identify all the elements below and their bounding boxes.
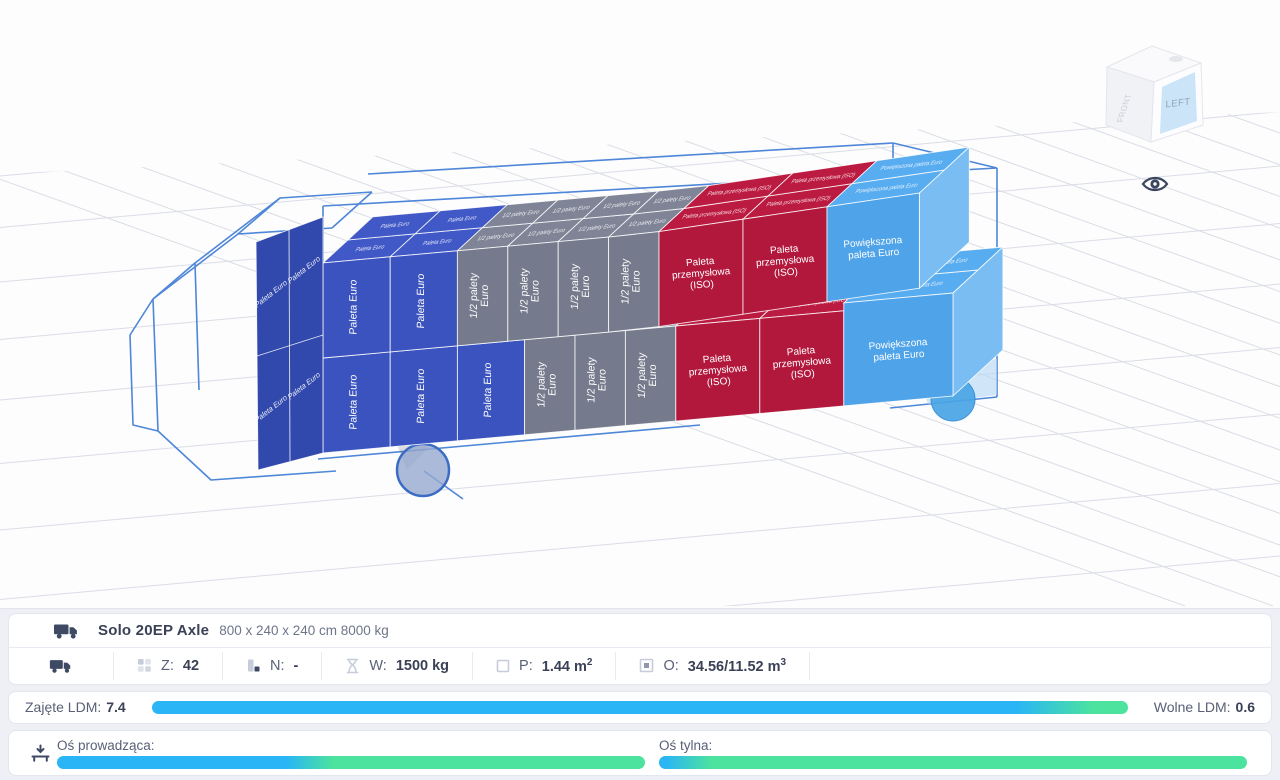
vehicle-info-panel: Solo 20EP Axle 800 x 240 x 240 cm 8000 k… <box>0 608 1280 780</box>
stat-label: O: <box>663 658 678 674</box>
pallet-label: Paleta Euro <box>415 273 427 329</box>
pallet-label: Euro <box>630 270 642 293</box>
scene-canvas[interactable]: Paleta Euro Paleta Euro Paleta Euro Paleta … <box>0 0 1280 608</box>
pallet-label: (ISO) <box>690 279 715 292</box>
pallet-label: Euro <box>530 279 542 302</box>
pallet-label: Euro <box>546 373 558 396</box>
area-icon <box>496 659 510 673</box>
stat-label: P: <box>519 658 533 674</box>
app-window: Paleta Euro Paleta Euro Paleta Euro Paleta … <box>0 0 1280 780</box>
vehicle-stats-row: Z: 42 N:- W: 1500 kg P: 1.44 m2 O: 34.56/11.52 m… <box>9 648 1271 684</box>
rear-axle-label: Oś tylna: <box>659 738 1247 753</box>
stat-item-p: P: 1.44 m2 <box>473 648 615 684</box>
vehicle-dimensions: 800 x 240 x 240 cm 8000 kg <box>219 623 389 638</box>
stat-item-n: N:- <box>223 648 321 684</box>
weight-icon <box>345 658 360 674</box>
eye-icon[interactable] <box>1143 178 1167 190</box>
stat-item-z: Z: 42 <box>114 648 222 684</box>
ldm-used-label: Zajęte LDM:7.4 <box>25 699 126 715</box>
stat-label: W: <box>369 658 386 674</box>
pallet-label: Paleta Euro <box>348 279 360 335</box>
ldm-free-label: Wolne LDM:0.6 <box>1154 699 1255 715</box>
stat-value: - <box>294 658 299 674</box>
truck-icon <box>53 621 80 640</box>
stats-items: Z: 42 N:- W: 1500 kg P: 1.44 m2 O: 34.56/11.52 m… <box>114 648 810 684</box>
pallet-label: (ISO) <box>790 368 815 381</box>
pallet-label: Paleta Euro <box>348 374 360 430</box>
truck-icon-small <box>9 657 113 674</box>
ldm-progress-bar <box>152 701 1128 714</box>
stat-value: 42 <box>183 658 199 674</box>
ldm-used-value: 7.4 <box>106 699 125 715</box>
pallet-label: Euro <box>597 368 609 391</box>
stat-value: 34.56/11.52 m3 <box>688 657 786 675</box>
stat-item-o: O: 34.56/11.52 m3 <box>616 648 809 684</box>
pallet-label: Paleta Euro <box>415 368 427 424</box>
volume-icon <box>639 658 654 673</box>
rear-axle-bar <box>659 756 1247 769</box>
orientation-cube[interactable]: LEFTFRONT <box>1106 46 1203 142</box>
front-axle-bar <box>57 756 645 769</box>
front-wheel <box>397 444 449 496</box>
front-axle-label: Oś prowadząca: <box>57 738 645 753</box>
ldm-card: Zajęte LDM:7.4 Wolne LDM:0.6 <box>8 691 1272 725</box>
stat-item-w: W: 1500 kg <box>322 648 472 684</box>
vehicle-name: Solo 20EP Axle <box>98 622 209 639</box>
pallet-label: Euro <box>647 364 659 387</box>
pallet-label: Euro <box>580 275 592 298</box>
load-3d-viewport[interactable]: Paleta Euro Paleta Euro Paleta Euro Paleta … <box>0 0 1280 608</box>
stat-label: N: <box>270 658 285 674</box>
ldm-free-value: 0.6 <box>1236 699 1255 715</box>
vehicle-card: Solo 20EP Axle 800 x 240 x 240 cm 8000 k… <box>8 613 1272 685</box>
pallet-label: Euro <box>479 284 491 307</box>
axle-icon <box>23 743 57 764</box>
cube-top-mark <box>1169 56 1183 62</box>
pallet-label: (ISO) <box>774 267 799 280</box>
rear-axle-col: Oś tylna: <box>655 738 1257 769</box>
stat-value: 1500 kg <box>396 658 449 674</box>
grid-icon <box>137 658 152 673</box>
cargo-end-cap: Paleta EuroPaleta EuroPaleta EuroPaleta … <box>254 217 323 470</box>
stat-label: Z: <box>161 658 174 674</box>
stack-icon <box>246 658 261 673</box>
front-axle-col: Oś prowadząca: <box>57 738 655 769</box>
vehicle-title-row: Solo 20EP Axle 800 x 240 x 240 cm 8000 k… <box>9 614 1271 647</box>
pallet-label: (ISO) <box>706 376 731 389</box>
axles-card: Oś prowadząca: Oś tylna: <box>8 730 1272 776</box>
pallet-label: Paleta Euro <box>482 362 494 418</box>
divider <box>809 652 810 680</box>
stat-value: 1.44 m2 <box>542 657 593 675</box>
